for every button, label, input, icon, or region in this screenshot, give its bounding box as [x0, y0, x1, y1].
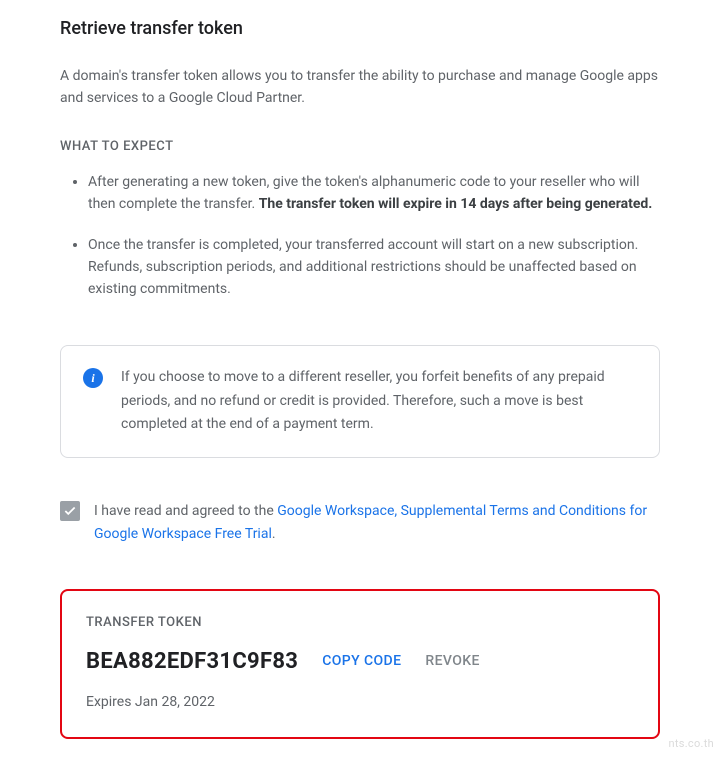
transfer-token-code: BEA882EDF31C9F83	[86, 645, 298, 678]
what-to-expect-list: After generating a new token, give the t…	[60, 171, 660, 301]
watermark: nts.co.th	[668, 736, 714, 753]
consent-text: I have read and agreed to the Google Wor…	[94, 500, 660, 545]
revoke-button[interactable]: REVOKE	[425, 653, 479, 669]
copy-code-button[interactable]: COPY CODE	[322, 653, 401, 669]
info-notice-text: If you choose to move to a different res…	[121, 366, 637, 437]
description-text: A domain's transfer token allows you to …	[60, 66, 660, 109]
page-title: Retrieve transfer token	[60, 15, 660, 42]
consent-row: I have read and agreed to the Google Wor…	[60, 500, 660, 545]
list-item-text: Once the transfer is completed, your tra…	[88, 237, 638, 298]
info-notice: i If you choose to move to a different r…	[60, 345, 660, 458]
token-expires-text: Expires Jan 28, 2022	[86, 692, 634, 713]
consent-prefix: I have read and agreed to the	[94, 503, 277, 519]
consent-suffix: .	[272, 526, 276, 542]
transfer-token-label: TRANSFER TOKEN	[86, 613, 634, 633]
what-to-expect-heading: WHAT TO EXPECT	[60, 137, 660, 157]
list-item: After generating a new token, give the t…	[88, 171, 660, 216]
check-icon	[63, 504, 77, 518]
info-icon: i	[83, 368, 103, 388]
transfer-token-row: BEA882EDF31C9F83 COPY CODE REVOKE	[86, 645, 634, 678]
list-item-bold: The transfer token will expire in 14 day…	[259, 196, 653, 212]
transfer-token-panel: TRANSFER TOKEN BEA882EDF31C9F83 COPY COD…	[60, 589, 660, 739]
list-item: Once the transfer is completed, your tra…	[88, 234, 660, 301]
consent-checkbox[interactable]	[60, 501, 80, 521]
